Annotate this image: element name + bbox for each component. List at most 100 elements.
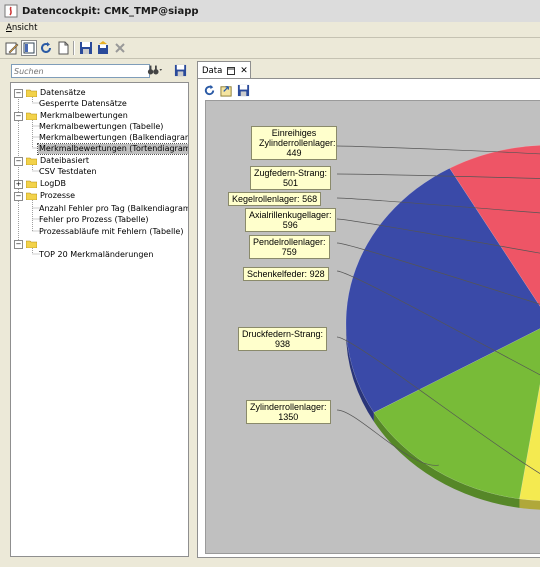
pie-label-axialrillenkugellager: Axialrillenkugellager: 596 xyxy=(245,208,336,232)
pie-chart-area: Einreihiges Zylinderrollenlager: 449 Zug… xyxy=(205,100,540,554)
binoculars-icon xyxy=(147,65,163,75)
tree-node-label: Merkmalbewertungen xyxy=(40,110,128,120)
window-title: Datencockpit: CMK_TMP@siapp xyxy=(22,5,199,17)
save-icon xyxy=(237,84,249,96)
pie-label-druckfedern-strang: Druckfedern-Strang: 938 xyxy=(238,327,328,351)
app-icon xyxy=(4,4,18,18)
panel-icon xyxy=(23,42,35,54)
pie-label-value: 449 xyxy=(286,148,302,158)
tree-node-label: Dateibasiert xyxy=(40,155,90,165)
close-icon xyxy=(115,43,125,53)
search-save-button[interactable] xyxy=(172,62,188,78)
save-button[interactable] xyxy=(78,40,94,56)
new-document-icon xyxy=(58,41,69,55)
tree-node-merkmalbewertungen-tabelle[interactable]: Merkmalbewertungen (Tabelle) xyxy=(38,121,164,132)
tree-node-merkmalbewertungen-balkendiagramm[interactable]: Merkmalbewertungen (Balkendiagramm) xyxy=(38,132,189,143)
folder-icon xyxy=(26,157,37,165)
tree-node-merkmalbewertungen[interactable]: Merkmalbewertungen xyxy=(26,110,129,121)
tree-node-label: CSV Testdaten xyxy=(39,166,97,176)
save-icon xyxy=(174,64,186,76)
edit-button[interactable] xyxy=(4,40,20,56)
pie-label-name: Pendelrollenlager: xyxy=(253,237,326,247)
delete-button[interactable] xyxy=(112,40,128,56)
export-button[interactable] xyxy=(95,40,111,56)
tree-node-prozessablaeufe-mit-fehlern[interactable]: Prozessabläufe mit Fehlern (Tabelle) xyxy=(38,226,184,237)
tab-close-button[interactable]: ✕ xyxy=(240,66,248,76)
pie-label-value: 928 xyxy=(309,269,325,279)
tree-node-label: Merkmalbewertungen (Tortendiagramm) xyxy=(36,142,188,155)
search-options-button[interactable] xyxy=(147,62,163,78)
tree-node-label: Merkmalbewertungen (Tabelle) xyxy=(39,121,164,131)
folder-icon xyxy=(26,192,37,200)
pie-label-zylinderrollenlager: Zylinderrollenlager: 1350 xyxy=(246,400,331,424)
toolbar-separator xyxy=(73,41,75,55)
maximize-icon[interactable] xyxy=(227,66,236,75)
pie-label-value: 1350 xyxy=(278,412,299,422)
pie-label-name: Kegelrollenlager: xyxy=(232,194,300,204)
tree-node-label: Prozessabläufe mit Fehlern (Tabelle) xyxy=(39,226,184,236)
tree-node-label: Gesperrte Datensätze xyxy=(39,98,127,108)
tree-expander[interactable]: − xyxy=(14,192,23,201)
tree-node-dateibasiert[interactable]: Dateibasiert xyxy=(26,155,90,166)
search-input[interactable] xyxy=(11,64,150,78)
tree-node-top-20-merkmalaenderungen[interactable]: TOP 20 Merkmaländerungen xyxy=(38,249,154,260)
pie-label-value: 938 xyxy=(275,339,291,349)
pie-label-name: Zugfedern-Strang: xyxy=(254,168,328,178)
pie-label-zugfedern-strang: Zugfedern-Strang: 501 xyxy=(250,166,332,190)
title-bar: Datencockpit: CMK_TMP@siapp xyxy=(0,0,540,23)
pie-label-name: Druckfedern-Strang: xyxy=(242,329,324,339)
tree-node-logdb[interactable]: LogDB xyxy=(26,178,67,189)
tree-node-gesperrte-datensaetze[interactable]: Gesperrte Datensätze xyxy=(38,98,128,109)
chart-export-button[interactable] xyxy=(218,82,234,98)
folder-icon xyxy=(26,112,37,120)
pie-label-name: Schenkelfeder: xyxy=(247,269,308,279)
pie-label-kegelrollenlager: Kegelrollenlager: 568 xyxy=(228,192,322,206)
tree-node-merkmalbewertungen-tortendiagramm[interactable]: Merkmalbewertungen (Tortendiagramm) xyxy=(36,142,188,155)
tree-expander[interactable]: + xyxy=(14,180,23,189)
tree-node-datensaetze[interactable]: Datensätze xyxy=(26,87,87,98)
tree-node-prozesse[interactable]: Prozesse xyxy=(26,190,76,201)
refresh-icon xyxy=(41,42,51,53)
pie-label-value: 759 xyxy=(281,247,297,257)
main-toolbar xyxy=(0,37,540,59)
pie-label-value: 596 xyxy=(282,220,298,230)
chart-save-button[interactable] xyxy=(235,82,251,98)
menu-bar: Ansicht xyxy=(0,22,540,36)
pie-label-einreihiges-zylinderrollenlager: Einreihiges Zylinderrollenlager: 449 xyxy=(251,126,337,160)
pie-label-name: Einreihiges Zylinderrollenlager: xyxy=(259,128,336,148)
refresh-icon xyxy=(204,84,214,95)
tree-node-label: Anzahl Fehler pro Tag (Balkendiagramm) xyxy=(39,203,189,213)
folder-icon xyxy=(26,240,37,248)
pie-label-name: Axialrillenkugellager: xyxy=(249,210,332,220)
tree-node-anzahl-fehler-pro-tag[interactable]: Anzahl Fehler pro Tag (Balkendiagramm) xyxy=(38,203,189,214)
toggle-view-button[interactable] xyxy=(21,40,37,56)
menu-ansicht[interactable]: Ansicht xyxy=(6,23,37,33)
tree-expander[interactable]: − xyxy=(14,89,23,98)
pie-label-name: Zylinderrollenlager: xyxy=(250,402,327,412)
chart-refresh-button[interactable] xyxy=(201,82,217,98)
tree-expander[interactable]: − xyxy=(14,240,23,249)
tree-expander[interactable]: − xyxy=(14,112,23,121)
export-icon xyxy=(98,41,108,54)
pie-label-value: 568 xyxy=(302,194,318,204)
tree-node-label: Prozesse xyxy=(40,190,76,200)
tree-node-label: LogDB xyxy=(40,178,66,188)
edit-icon xyxy=(5,42,19,55)
tree-node-label: Merkmalbewertungen (Balkendiagramm) xyxy=(39,132,189,142)
folder-icon xyxy=(26,180,37,188)
pie-label-value: 501 xyxy=(283,178,299,188)
tree-node-label: Fehler pro Prozess (Tabelle) xyxy=(39,214,149,224)
save-icon xyxy=(80,42,92,54)
export-icon xyxy=(219,85,232,97)
tree-node-label: Datensätze xyxy=(40,87,86,97)
tree-node-label: TOP 20 Merkmaländerungen xyxy=(39,249,154,259)
tree-expander[interactable]: − xyxy=(14,157,23,166)
tree-node-unnamed-folder[interactable] xyxy=(26,238,41,249)
tab-data-label: Data xyxy=(202,65,223,76)
tab-data[interactable]: Data ✕ xyxy=(197,61,251,79)
refresh-button[interactable] xyxy=(38,40,54,56)
navigation-tree[interactable]: − Datensätze Gesperrte Datensätze − Merk… xyxy=(10,82,189,557)
tree-node-fehler-pro-prozess[interactable]: Fehler pro Prozess (Tabelle) xyxy=(38,214,150,225)
tree-node-csv-testdaten[interactable]: CSV Testdaten xyxy=(38,166,98,177)
new-button[interactable] xyxy=(55,40,71,56)
